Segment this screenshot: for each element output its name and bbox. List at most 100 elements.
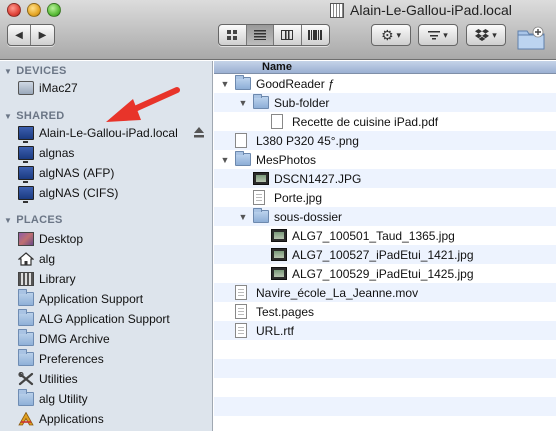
file-row[interactable]: ALG7_100501_Taud_1365.jpg [214,226,556,245]
file-row[interactable]: Porte.jpg [214,188,556,207]
sidebar-item-label: alg Utility [39,392,88,406]
file-name: ALG7_100527_iPadEtui_1421.jpg [292,247,474,262]
file-name: URL.rtf [256,323,295,338]
file-row[interactable]: Test.pages [214,302,556,321]
imac-icon [18,81,34,95]
file-row[interactable]: ALG7_100529_iPadEtui_1425.jpg [214,264,556,283]
sidebar-item-label: Library [39,272,76,286]
file-name: ALG7_100529_iPadEtui_1425.jpg [292,266,474,281]
devices-section-header[interactable]: ▼ DEVICES [4,65,67,77]
file-row[interactable]: L380 P320 45°.png [214,131,556,150]
file-row[interactable]: Navire_école_La_Jeanne.mov [214,283,556,302]
file-row[interactable]: ▼ Sub-folder [214,93,556,112]
back-button[interactable]: ◀ [8,25,32,45]
gear-icon: ⚙ [380,27,394,43]
chevron-down-icon: ▾ [492,29,497,40]
sidebar-item-dmg-archive[interactable]: DMG Archive [18,329,212,349]
sidebar-item-alg-utility[interactable]: alg Utility [18,389,212,409]
sidebar-item-alg-application-support[interactable]: ALG Application Support [18,309,212,329]
sidebar-item-application-support[interactable]: Application Support [18,289,212,309]
file-name: ALG7_100501_Taud_1365.jpg [292,228,455,243]
file-row[interactable]: ▼ GoodReader ƒ [214,74,556,93]
sidebar-item-library[interactable]: Library [18,269,212,289]
arrange-menu-button[interactable]: ▾ [418,24,458,46]
sidebar-item-label: algNAS (CIFS) [39,186,119,200]
zoom-window-button[interactable] [47,3,61,17]
file-row[interactable]: DSCN1427.JPG [214,169,556,188]
sidebar-item-label: algnas [39,146,75,160]
sidebar-item-label: ALG Application Support [39,312,170,326]
file-row[interactable]: ▼ MesPhotos [214,150,556,169]
coverflow-view-button[interactable] [302,25,329,45]
eject-icon[interactable] [194,127,204,138]
list-view-button[interactable] [246,25,274,45]
sidebar-item-label: Preferences [39,352,104,366]
sidebar-item-preferences[interactable]: Preferences [18,349,212,369]
proxy-volume-icon[interactable] [330,2,344,18]
new-folder-icon[interactable] [516,26,546,50]
column-view-icon [281,30,294,40]
file-name: GoodReader ƒ [256,76,335,91]
sidebar-item-imac27[interactable]: iMac27 [18,78,212,98]
back-arrow-icon: ◀ [15,29,23,41]
minimize-window-button[interactable] [27,3,41,17]
sidebar-item-algnas[interactable]: algnas [18,143,212,163]
dropbox-menu-button[interactable]: ▾ [466,24,506,46]
empty-row [214,359,556,378]
file-row[interactable]: URL.rtf [214,321,556,340]
sidebar-item-algnas-cifs[interactable]: algNAS (CIFS) [18,183,212,203]
sidebar-item-label: iMac27 [39,81,78,95]
monitor-icon [18,186,34,203]
sidebar-item-applications[interactable]: Applications [18,409,212,429]
disclosure-triangle-icon[interactable]: ▼ [238,212,248,222]
file-row[interactable]: ▼ sous-dossier [214,207,556,226]
chevron-down-icon: ▾ [443,29,448,40]
file-name: Porte.jpg [274,190,323,205]
shared-section-header[interactable]: ▼ SHARED [4,110,64,122]
action-menu-button[interactable]: ⚙ ▾ [371,24,411,46]
places-section-header[interactable]: ▼ PLACES [4,214,63,226]
disclosure-triangle-icon[interactable]: ▼ [238,98,248,108]
sidebar-item-alain-le-gallou-ipad[interactable]: Alain-Le-Gallou-iPad.local [18,123,212,143]
sidebar-item-utilities[interactable]: Utilities [18,369,212,389]
folder-file-icon [235,75,251,90]
disclosure-triangle-icon: ▼ [4,111,13,121]
column-view-button[interactable] [274,25,302,45]
sidebar-item-label: Alain-Le-Gallou-iPad.local [39,126,178,140]
file-name: DSCN1427.JPG [274,171,362,186]
disclosure-triangle-icon: ▼ [4,66,13,76]
name-column-header[interactable]: Name [214,61,556,74]
file-list-rows: ▼ GoodReader ƒ ▼ Sub-folder Recette de cuisi… [214,74,556,431]
doc-file-icon [235,285,247,300]
folder-file-icon [253,208,269,223]
library-icon [18,272,34,286]
file-row[interactable]: Recette de cuisine iPad.pdf [214,112,556,131]
folder-file-icon [253,94,269,109]
close-window-button[interactable] [7,3,21,17]
sidebar-item-desktop[interactable]: Desktop [18,229,212,249]
empty-row [214,397,556,416]
sidebar-item-label: Utilities [39,372,78,386]
sidebar-item-algnas-afp[interactable]: algNAS (AFP) [18,163,212,183]
sidebar-item-label: Application Support [39,292,144,306]
disclosure-triangle-icon[interactable]: ▼ [220,79,230,89]
file-row[interactable]: ALG7_100527_iPadEtui_1421.jpg [214,245,556,264]
utilities-icon [18,372,34,386]
png-file-icon [235,133,247,148]
sidebar-item-label: Desktop [39,232,84,246]
sidebar-item-label: Applications [39,412,104,426]
applications-icon [18,412,34,426]
disclosure-triangle-icon[interactable]: ▼ [220,155,230,165]
arrange-icon [428,30,441,40]
forward-button[interactable]: ▶ [31,25,54,45]
file-name: Sub-folder [274,95,330,110]
empty-row [214,378,556,397]
icon-view-button[interactable] [219,25,247,45]
forward-arrow-icon: ▶ [38,29,47,41]
monitor-icon [18,146,34,163]
jpg-file-icon [271,229,287,242]
jpg-file-icon [271,267,287,280]
window-title-text: Alain-Le-Gallou-iPad.local [350,2,512,18]
sidebar-item-alg[interactable]: alg [18,249,212,269]
back-forward-control: ◀ ▶ [7,24,55,46]
